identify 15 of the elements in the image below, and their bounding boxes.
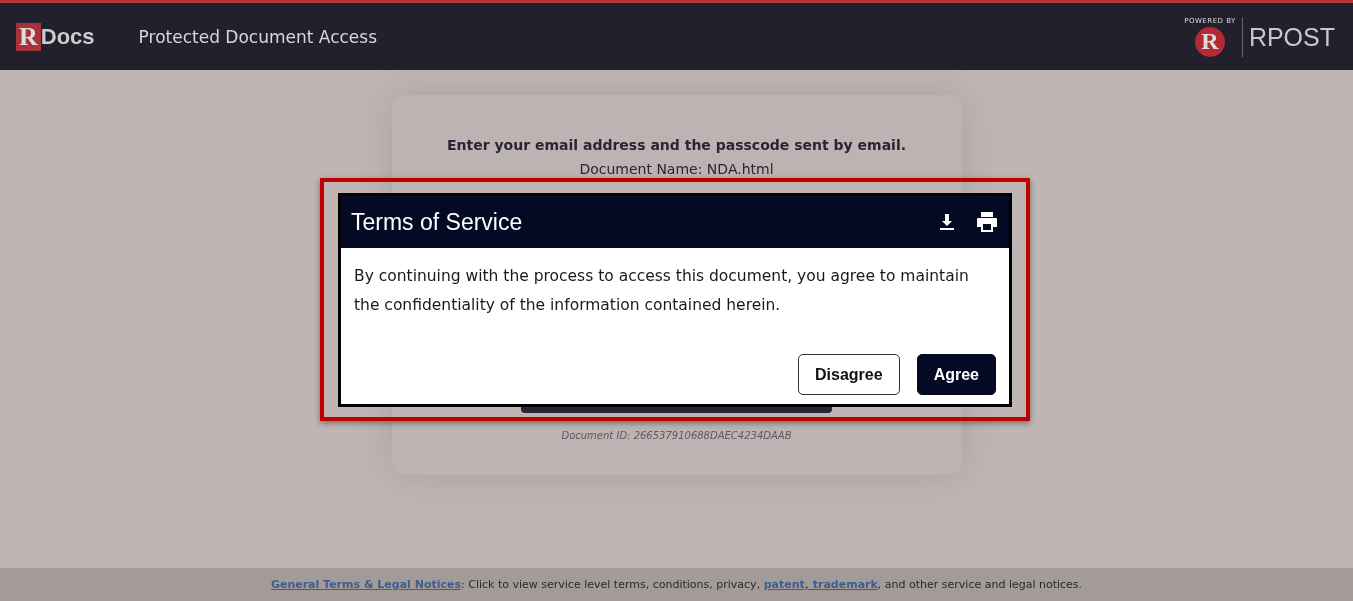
terms-message: By continuing with the process to access this document, you agree to maintain the confidentiality of the information contained herein. xyxy=(354,266,970,316)
instruction-text: Enter your email address and the passcode sent by email. xyxy=(447,137,906,153)
logo-text: Docs xyxy=(40,23,95,50)
footer-notice: General Terms & Legal Notices: Click to view service level terms, conditions, privacy, patent, trademark, and other service and legal notices. xyxy=(270,578,1083,591)
print-icon[interactable] xyxy=(975,210,999,234)
agree-button[interactable]: Agree xyxy=(916,354,996,395)
partner-logo-text: RPOST xyxy=(1241,16,1335,57)
dialog-title: Terms of Service xyxy=(351,208,524,236)
logo-mark: R xyxy=(16,22,41,51)
disagree-button[interactable]: Disagree xyxy=(798,354,900,395)
app-title: Protected Document Access xyxy=(138,26,377,47)
download-icon[interactable] xyxy=(937,212,957,232)
document-id: Document ID: 266537910688DAEC4234DAAB xyxy=(561,430,792,441)
document-name: Document Name: NDA.html xyxy=(579,161,774,177)
partner-logo-mark: R xyxy=(1195,26,1226,57)
